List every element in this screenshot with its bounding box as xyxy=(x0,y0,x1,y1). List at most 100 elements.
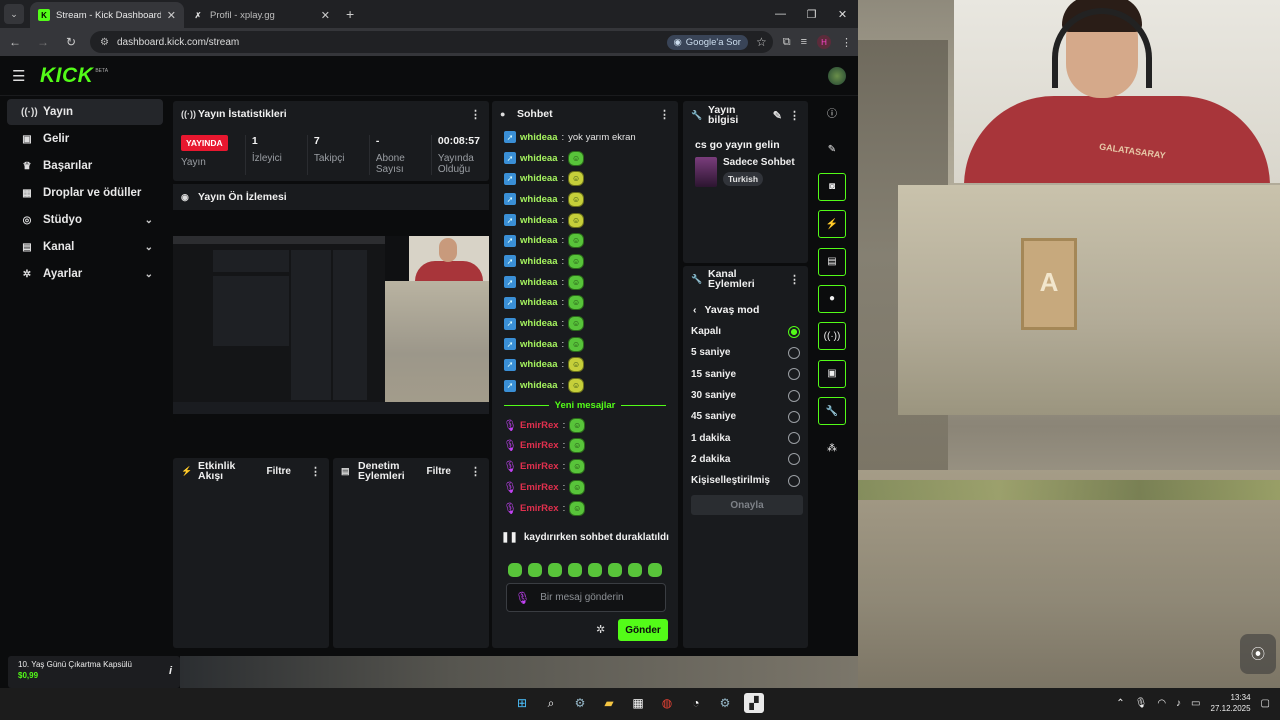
wrench-icon[interactable]: 🔧 xyxy=(818,397,846,426)
url-field[interactable]: ⚙ dashboard.kick.com/stream ◉ Google'a So… xyxy=(90,31,773,53)
bookmark-star-icon[interactable]: ☆ xyxy=(756,35,767,49)
hamburger-icon[interactable]: ☰ xyxy=(12,67,26,85)
chat-username[interactable]: whideaa xyxy=(520,132,558,143)
chat-username[interactable]: EmirRex xyxy=(520,503,559,514)
notification-icon[interactable]: ▢ xyxy=(1261,698,1270,709)
chat-username[interactable]: whideaa xyxy=(520,256,558,267)
emote-button[interactable] xyxy=(648,563,662,577)
more-icon[interactable]: ⋮ xyxy=(789,109,800,122)
battery-icon[interactable]: ▭ xyxy=(1191,698,1200,709)
more-icon[interactable]: ⋮ xyxy=(310,465,321,478)
chat-username[interactable]: EmirRex xyxy=(520,461,559,472)
radio-button[interactable] xyxy=(788,432,800,445)
forward-icon[interactable]: → xyxy=(34,35,52,49)
emote-button[interactable] xyxy=(508,563,522,577)
chat-message[interactable]: ➚ whideaa: ☺ xyxy=(492,293,678,314)
chat-messages[interactable]: ➚ whideaa: yok yarım ekran ➚ whideaa: ☺ ➚ whide… xyxy=(492,127,678,543)
emote-button[interactable] xyxy=(608,563,622,577)
slow-mode-option[interactable]: 15 saniye xyxy=(683,364,808,385)
chat-username[interactable]: whideaa xyxy=(520,380,558,391)
more-icon[interactable]: ⋮ xyxy=(789,273,800,286)
chat-message-input[interactable] xyxy=(540,592,673,603)
tab-search-icon[interactable]: ⌄ xyxy=(4,4,24,24)
restore-icon[interactable]: ❐ xyxy=(796,8,827,21)
send-button[interactable]: Gönder xyxy=(618,619,668,641)
app-icon[interactable]: ▞ xyxy=(744,693,764,713)
sidebar-item-droplar[interactable]: ▦ Droplar ve ödüller xyxy=(7,180,163,206)
chat-message[interactable]: ➚ whideaa: ☺ xyxy=(492,148,678,169)
chat-username[interactable]: whideaa xyxy=(520,318,558,329)
chat-settings-icon[interactable]: ✲ xyxy=(596,623,605,636)
slow-mode-option[interactable]: 2 dakika xyxy=(683,449,808,470)
chat-message[interactable]: ➚ whideaa: ☺ xyxy=(492,334,678,355)
slow-mode-back[interactable]: ‹ Yavaş mod xyxy=(683,292,808,316)
sidebar-item-kanal[interactable]: ▤ Kanal ⌄ xyxy=(7,234,163,260)
chevron-up-icon[interactable]: ⌃ xyxy=(1116,698,1124,709)
radio-button[interactable] xyxy=(788,389,800,402)
chat-username[interactable]: whideaa xyxy=(520,173,558,184)
profile-avatar[interactable]: H xyxy=(817,35,831,49)
slow-mode-option[interactable]: 45 saniye xyxy=(683,406,808,427)
google-ask-button[interactable]: ◉ Google'a Sor xyxy=(666,34,748,50)
chat-message[interactable]: ➚ whideaa: ☺ xyxy=(492,168,678,189)
sidebar-item-yayin[interactable]: ((·)) Yayın xyxy=(7,99,163,125)
chat-username[interactable]: whideaa xyxy=(520,277,558,288)
chat-username[interactable]: whideaa xyxy=(520,194,558,205)
chat-message[interactable]: 🎙 EmirRex: ☺ xyxy=(492,436,678,457)
store-card[interactable]: 10. Yaş Günü Çıkartma Kapsülü $0,99 i xyxy=(8,656,180,688)
microphone-icon[interactable]: 🎙 xyxy=(1135,698,1148,709)
more-icon[interactable]: ⋮ xyxy=(470,465,481,478)
chat-username[interactable]: EmirRex xyxy=(520,440,559,451)
podcast-icon[interactable]: ⦿ xyxy=(1240,634,1276,674)
radio-button[interactable] xyxy=(788,325,800,338)
chat-username[interactable]: whideaa xyxy=(520,215,558,226)
chrome-icon[interactable]: ◍ xyxy=(657,693,677,713)
chat-message[interactable]: ➚ whideaa: ☺ xyxy=(492,210,678,231)
edit-pencil-icon[interactable]: ✎ xyxy=(773,109,782,122)
sidebar-item-basarilar[interactable]: ♛ Başarılar xyxy=(7,153,163,179)
radio-button[interactable] xyxy=(788,410,800,423)
kick-logo[interactable]: KICK xyxy=(40,64,93,88)
info-icon[interactable]: i xyxy=(169,665,172,677)
chat-message[interactable]: ➚ whideaa: yok yarım ekran xyxy=(492,127,678,148)
chat-message[interactable]: ➚ whideaa: ☺ xyxy=(492,272,678,293)
emote-button[interactable] xyxy=(568,563,582,577)
moderation-filter-button[interactable]: Filtre xyxy=(427,466,451,477)
chat-message[interactable]: 🎙 EmirRex: ☺ xyxy=(492,477,678,498)
camera-icon[interactable]: ◙ xyxy=(818,172,846,201)
chat-message[interactable]: ➚ whideaa: ☺ xyxy=(492,189,678,210)
minimize-icon[interactable]: — xyxy=(765,8,796,21)
chat-username[interactable]: whideaa xyxy=(520,235,558,246)
search-icon[interactable]: ⌕ xyxy=(541,693,561,713)
notes-icon[interactable]: ▤ xyxy=(818,247,846,276)
radio-button[interactable] xyxy=(788,453,800,466)
slow-mode-option[interactable]: Kapalı xyxy=(683,321,808,342)
close-window-icon[interactable]: ✕ xyxy=(827,8,858,21)
chat-message[interactable]: ➚ whideaa: ☺ xyxy=(492,313,678,334)
obs-icon[interactable]: ◔ xyxy=(686,693,706,713)
steam-icon[interactable]: ⚙ xyxy=(570,693,590,713)
steam-icon[interactable]: ⚙ xyxy=(715,693,735,713)
chat-message[interactable]: 🎙 EmirRex: ☺ xyxy=(492,456,678,477)
wifi-icon[interactable]: ◠ xyxy=(1157,698,1166,709)
close-icon[interactable]: ✕ xyxy=(321,9,330,22)
radio-button[interactable] xyxy=(788,474,800,487)
emote-button[interactable] xyxy=(588,563,602,577)
pencil-icon[interactable]: ✎ xyxy=(818,135,846,163)
chat-message[interactable]: 🎙 EmirRex: ☺ xyxy=(492,498,678,519)
lightning-icon[interactable]: ⚡ xyxy=(818,210,846,239)
site-settings-icon[interactable]: ⚙ xyxy=(100,37,109,48)
chat-username[interactable]: whideaa xyxy=(520,153,558,164)
chat-username[interactable]: whideaa xyxy=(520,359,558,370)
file-explorer-icon[interactable]: ▰ xyxy=(599,693,619,713)
volume-icon[interactable]: ♪ xyxy=(1176,698,1181,709)
sidebar-item-ayarlar[interactable]: ✲ Ayarlar ⌄ xyxy=(7,261,163,287)
chat-username[interactable]: EmirRex xyxy=(520,482,559,493)
chat-message[interactable]: ➚ whideaa: ☺ xyxy=(492,230,678,251)
media-icon[interactable]: ▣ xyxy=(818,359,846,388)
back-icon[interactable]: ← xyxy=(6,35,24,49)
emote-button[interactable] xyxy=(628,563,642,577)
store-icon[interactable]: ▦ xyxy=(628,693,648,713)
slow-mode-option[interactable]: Kişiselleştirilmiş xyxy=(683,470,808,491)
activity-filter-button[interactable]: Filtre xyxy=(267,466,291,477)
